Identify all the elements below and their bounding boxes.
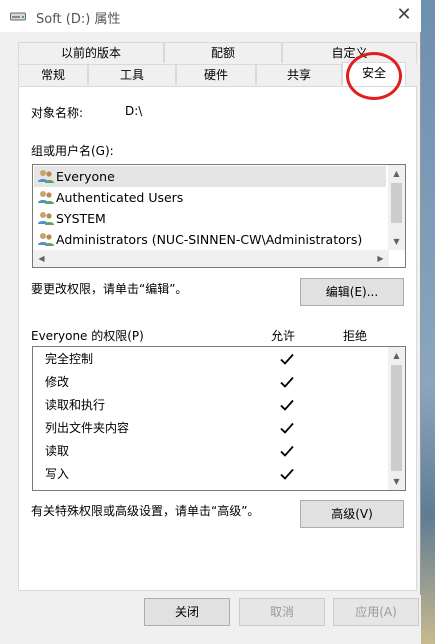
object-name-value: D:\ — [125, 104, 143, 118]
checkmark-icon — [280, 399, 294, 411]
permission-name: 列出文件夹内容 — [45, 421, 130, 435]
list-item[interactable]: SYSTEM — [34, 208, 386, 229]
tab-quota[interactable]: 配额 — [164, 42, 282, 63]
list-item[interactable]: Administrators (NUC-SINNEN-CW\Administra… — [34, 229, 386, 250]
permission-name: 完全控制 — [45, 352, 94, 366]
list-item-label: Administrators (NUC-SINNEN-CW\Administra… — [56, 232, 363, 247]
tab-label: 共享 — [286, 68, 311, 82]
users-icon — [38, 191, 54, 204]
tab-security[interactable]: 安全 — [342, 62, 406, 86]
tab-sharing[interactable]: 共享 — [256, 64, 342, 85]
security-panel: 对象名称: D:\ 组或用户名(G): Everyone Authenticat… — [18, 86, 417, 591]
tab-previous-versions[interactable]: 以前的版本 — [18, 42, 164, 63]
tab-label: 常规 — [40, 68, 65, 82]
advanced-hint: 有关特殊权限或高级设置，请单击“高级”。 — [31, 504, 260, 518]
object-name-label: 对象名称: — [31, 106, 84, 120]
list-item-label: Authenticated Users — [56, 190, 184, 205]
deny-column-header: 拒绝 — [343, 329, 368, 343]
scroll-right-icon[interactable]: ▶ — [372, 250, 389, 267]
scroll-left-icon[interactable]: ◀ — [33, 250, 50, 267]
table-row: 完全控制 — [33, 348, 389, 371]
table-row: 写入 — [33, 463, 389, 486]
allow-column-header: 允许 — [271, 329, 296, 343]
permissions-scrollbar[interactable]: ▲ ▼ — [388, 347, 405, 490]
list-item[interactable]: Authenticated Users — [34, 187, 386, 208]
tab-hardware[interactable]: 硬件 — [176, 64, 256, 85]
table-row: 列出文件夹内容 — [33, 417, 389, 440]
tab-label: 配额 — [210, 46, 235, 60]
scroll-thumb[interactable] — [391, 365, 402, 471]
users-icon — [38, 233, 54, 246]
checkmark-icon — [280, 422, 294, 434]
checkmark-icon — [280, 445, 294, 457]
scroll-down-icon[interactable]: ▼ — [388, 473, 405, 490]
checkmark-icon — [280, 376, 294, 388]
cancel-button[interactable]: 取消 — [239, 598, 325, 626]
close-button[interactable]: 关闭 — [144, 598, 230, 626]
tab-label: 自定义 — [331, 46, 368, 60]
scroll-thumb[interactable] — [391, 183, 402, 223]
tab-tools[interactable]: 工具 — [88, 64, 176, 85]
properties-window: Soft (D:) 属性 ✕ 以前的版本 配额 自定义 常规 工具 硬件 共享 … — [0, 0, 421, 644]
list-item-label: SYSTEM — [56, 211, 106, 226]
tab-label: 工具 — [119, 68, 144, 82]
scroll-up-icon[interactable]: ▲ — [388, 165, 405, 182]
advanced-button[interactable]: 高级(V) — [300, 500, 404, 528]
tab-label: 安全 — [361, 66, 386, 80]
checkmark-icon — [280, 353, 294, 365]
permission-name: 读取和执行 — [45, 398, 106, 412]
permissions-header: Everyone 的权限(P) — [31, 329, 144, 343]
tab-label: 硬件 — [203, 68, 228, 82]
permission-name: 写入 — [45, 467, 70, 481]
drive-icon — [10, 12, 26, 21]
permissions-list[interactable]: 完全控制 修改 读取和执行 列出文件夹内容 读取 写入 ▲ ▼ — [32, 346, 406, 491]
table-row: 修改 — [33, 371, 389, 394]
permission-name: 修改 — [45, 375, 70, 389]
tab-general[interactable]: 常规 — [18, 64, 88, 85]
list-item[interactable]: Everyone — [34, 166, 386, 187]
table-row: 读取和执行 — [33, 394, 389, 417]
permission-name: 读取 — [45, 444, 70, 458]
close-icon[interactable]: ✕ — [393, 4, 415, 26]
window-title: Soft (D:) 属性 — [36, 12, 121, 27]
scroll-down-icon[interactable]: ▼ — [388, 233, 405, 250]
tab-label: 以前的版本 — [60, 46, 121, 60]
tab-customize[interactable]: 自定义 — [282, 42, 417, 63]
edit-button[interactable]: 编辑(E)... — [300, 278, 404, 306]
title-bar: Soft (D:) 属性 ✕ — [0, 0, 421, 32]
groups-label: 组或用户名(G): — [31, 144, 114, 158]
scroll-up-icon[interactable]: ▲ — [388, 347, 405, 364]
change-permissions-hint: 要更改权限，请单击“编辑”。 — [31, 282, 188, 296]
list-item-label: Everyone — [56, 169, 115, 184]
users-icon — [38, 212, 54, 225]
apply-button[interactable]: 应用(A) — [333, 598, 419, 626]
table-row: 读取 — [33, 440, 389, 463]
dialog-footer: 关闭 取消 应用(A) — [0, 595, 421, 644]
groups-listbox[interactable]: Everyone Authenticated Users SYSTEM Admi… — [32, 164, 406, 268]
checkmark-icon — [280, 468, 294, 480]
users-icon — [38, 170, 54, 183]
groups-horizontal-scrollbar[interactable]: ◀ ▶ — [33, 250, 389, 267]
groups-vertical-scrollbar[interactable]: ▲ ▼ — [388, 165, 405, 250]
